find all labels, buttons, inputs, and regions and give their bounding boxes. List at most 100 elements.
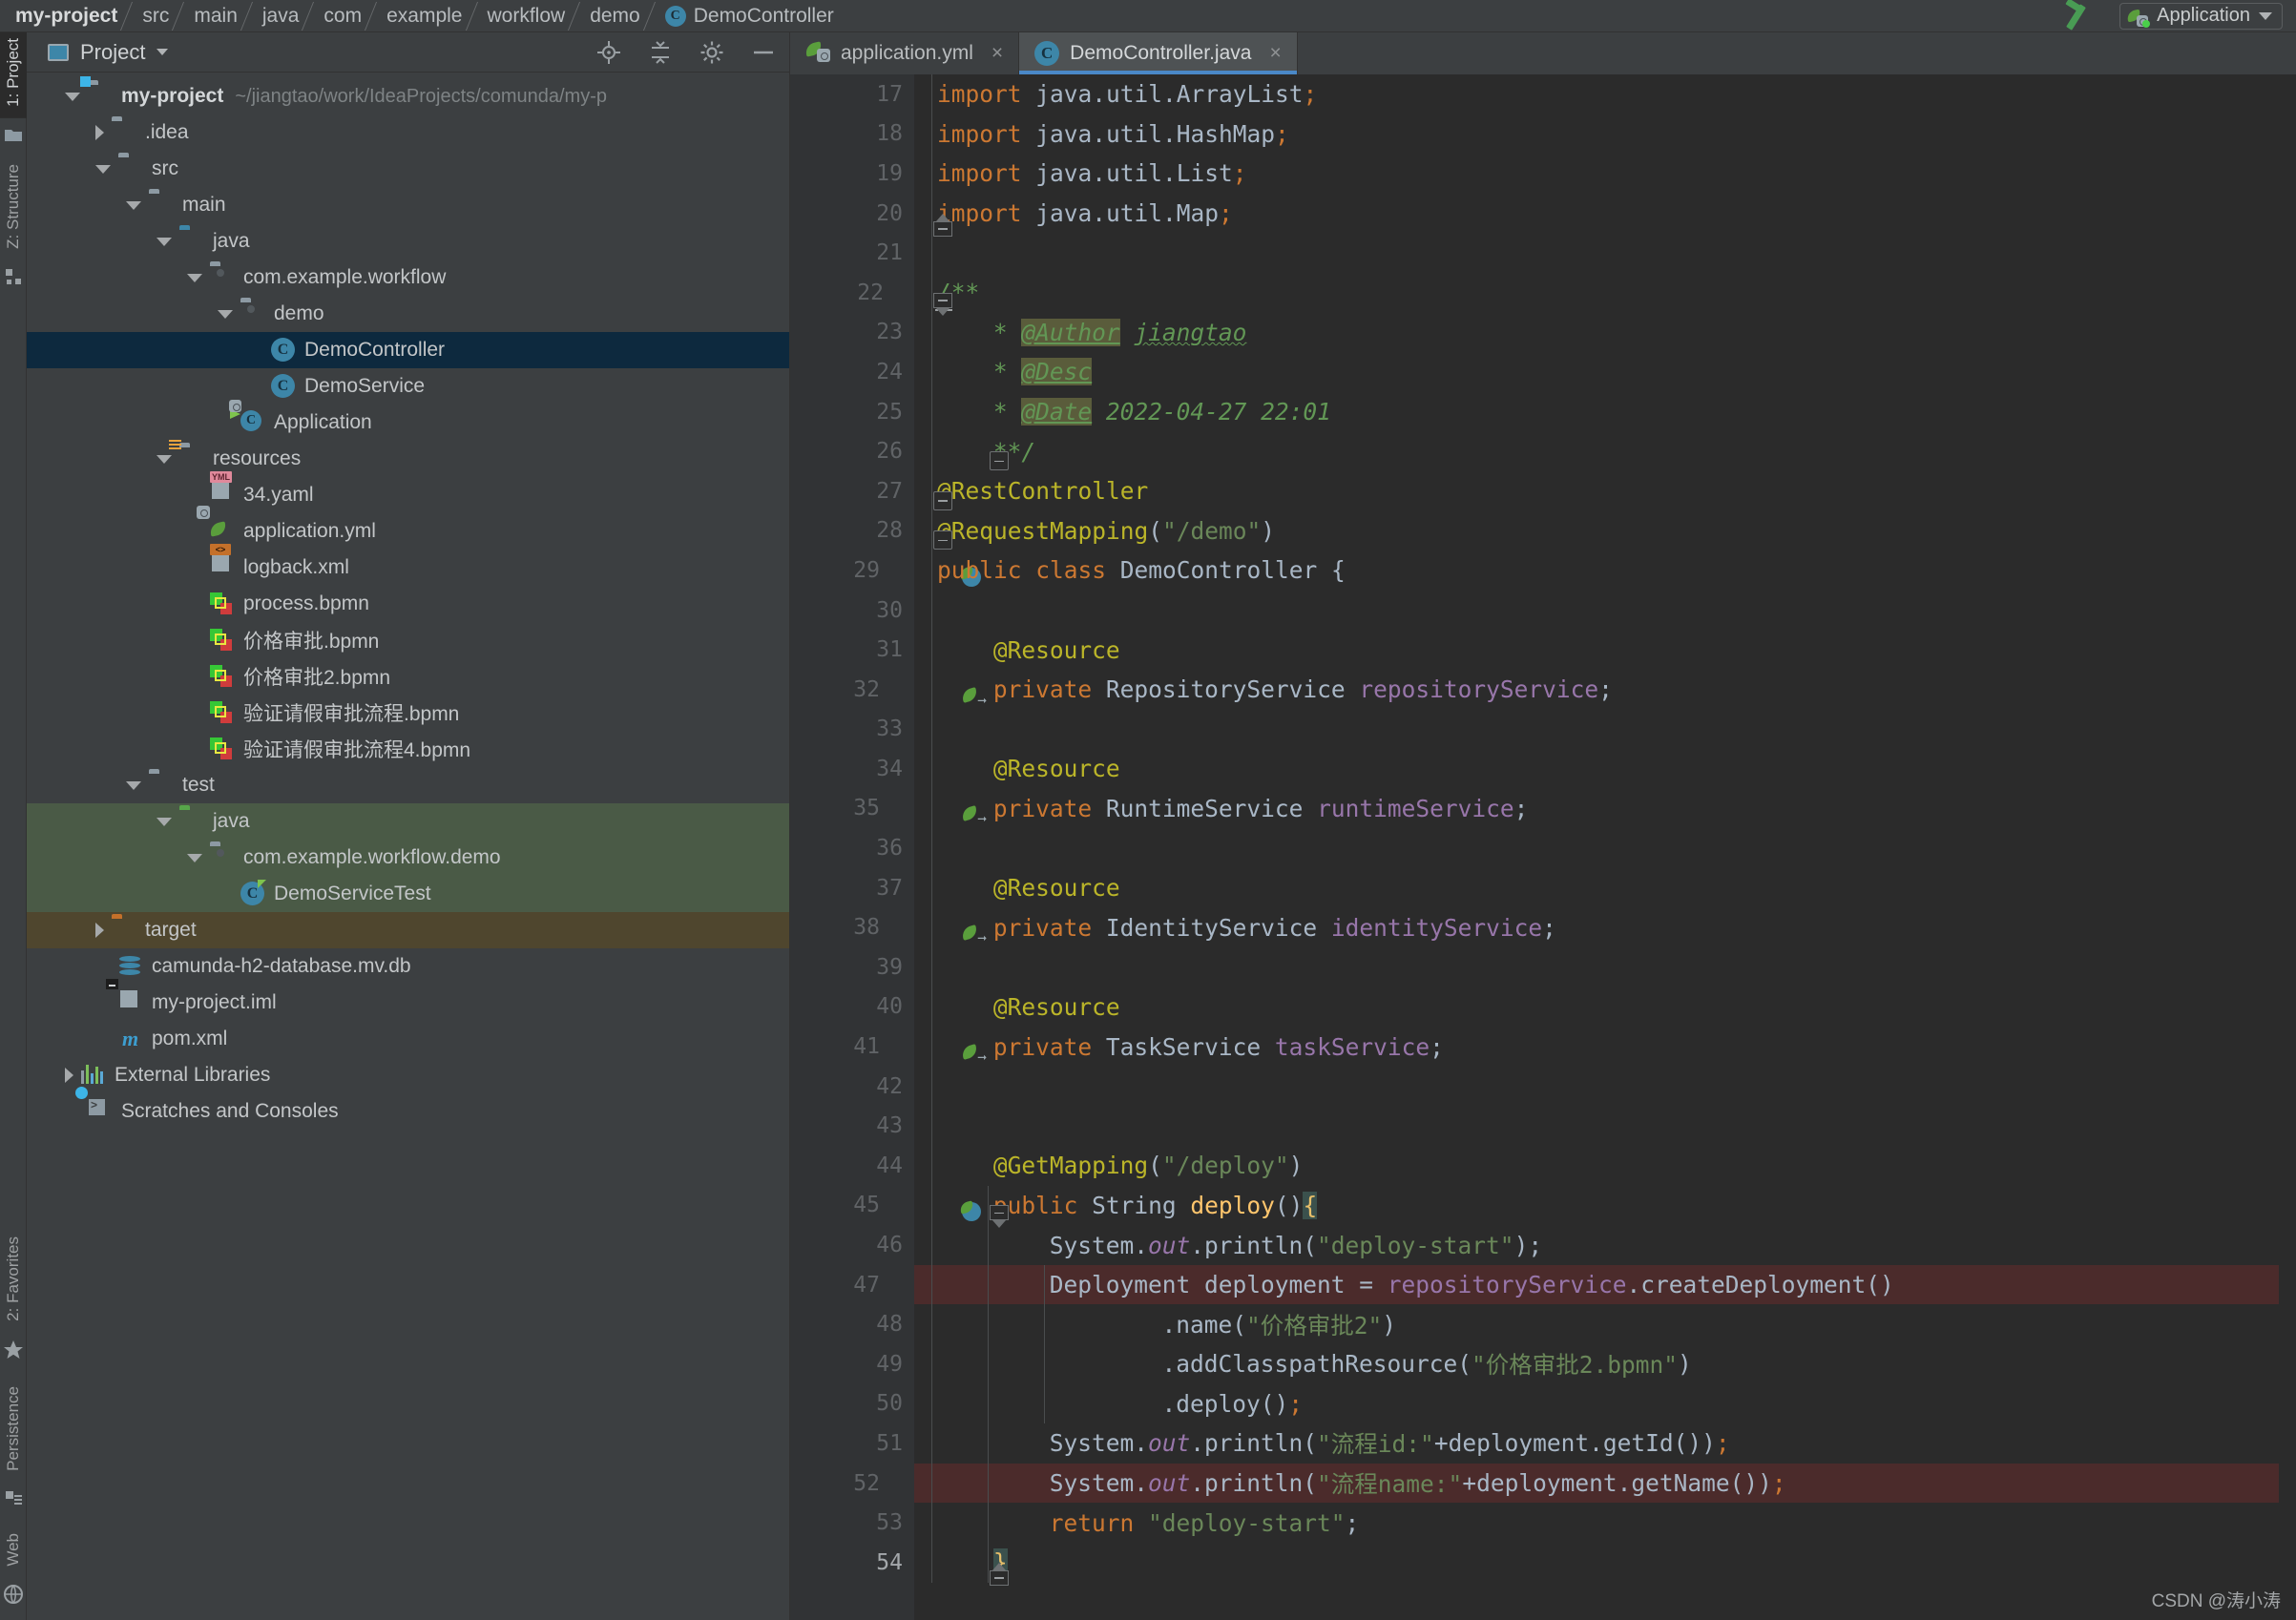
code-line-49[interactable]: .addClasspathResource("价格审批2.bpmn"): [914, 1344, 2296, 1384]
tree-node------bpmn[interactable]: 价格审批.bpmn: [27, 622, 789, 658]
tree-node-src[interactable]: src: [27, 151, 789, 187]
code-line-17[interactable]: import java.util.ArrayList;: [914, 74, 2296, 114]
project-tree[interactable]: my-project~/jiangtao/work/IdeaProjects/c…: [27, 73, 789, 1620]
gutter-line-19[interactable]: 19: [790, 154, 914, 194]
code-line-39[interactable]: [914, 947, 2296, 987]
code-line-27[interactable]: @RestController: [914, 471, 2296, 511]
tree-node-34-yaml[interactable]: YML34.yaml: [27, 477, 789, 513]
tree-node-demoservice[interactable]: CDemoService: [27, 368, 789, 405]
gutter-line-39[interactable]: 39: [790, 947, 914, 987]
code-line-33[interactable]: [914, 710, 2296, 750]
tree-node----------bpmn[interactable]: 验证请假审批流程.bpmn: [27, 695, 789, 731]
fold-region-end-icon[interactable]: [990, 1563, 1009, 1586]
chevron-down-icon[interactable]: [187, 854, 202, 862]
chevron-right-icon[interactable]: [65, 1068, 73, 1083]
fold-region-end-icon[interactable]: [933, 214, 952, 237]
code-line-37[interactable]: @Resource: [914, 868, 2296, 908]
code-content[interactable]: import java.util.ArrayList; import java.u…: [914, 74, 2296, 1620]
tree-node-camunda-h2-database-mv-db[interactable]: camunda-h2-database.mv.db: [27, 948, 789, 985]
fold-region-start-icon[interactable]: [990, 1205, 1009, 1228]
code-line-36[interactable]: [914, 828, 2296, 868]
tree-node-----2-bpmn[interactable]: 价格审批2.bpmn: [27, 658, 789, 695]
close-icon[interactable]: ×: [1269, 42, 1281, 65]
gutter-line-40[interactable]: 40: [790, 987, 914, 1028]
tree-node-target[interactable]: target: [27, 912, 789, 948]
code-line-24[interactable]: * @Desc: [914, 352, 2296, 392]
tree-node-application-yml[interactable]: application.yml: [27, 513, 789, 550]
tree-node-main[interactable]: main: [27, 187, 789, 223]
tree-node-test[interactable]: test: [27, 767, 789, 803]
fold-collapse-icon[interactable]: [990, 451, 1009, 470]
breadcrumb-item-com[interactable]: com: [322, 0, 364, 31]
gutter-line-23[interactable]: 23: [790, 313, 914, 353]
code-line-53[interactable]: return "deploy-start";: [914, 1503, 2296, 1543]
gutter-line-54[interactable]: 54: [790, 1543, 914, 1583]
chevron-right-icon[interactable]: [95, 125, 104, 140]
code-line-43[interactable]: [914, 1106, 2296, 1146]
gutter-line-38[interactable]: 38➞: [790, 907, 914, 947]
fold-region-start-icon[interactable]: [933, 293, 952, 316]
editor-tab-application-yml[interactable]: application.yml×: [790, 32, 1019, 74]
fold-collapse-icon[interactable]: [933, 530, 952, 550]
gutter-line-35[interactable]: 35➞: [790, 789, 914, 829]
code-line-29[interactable]: public class DemoController {: [914, 550, 2296, 591]
gutter-line-28[interactable]: 28: [790, 511, 914, 551]
gutter-line-18[interactable]: 18: [790, 114, 914, 155]
tree-node---------4-bpmn[interactable]: 验证请假审批流程4.bpmn: [27, 731, 789, 767]
code-line-20[interactable]: import java.util.Map;: [914, 194, 2296, 234]
gutter-line-42[interactable]: 42: [790, 1067, 914, 1107]
chevron-down-icon[interactable]: [157, 455, 172, 464]
code-line-40[interactable]: @Resource: [914, 987, 2296, 1028]
tree-node-java[interactable]: java: [27, 223, 789, 260]
code-line-38[interactable]: private IdentityService identityService;: [914, 907, 2296, 947]
gutter-line-24[interactable]: 24: [790, 352, 914, 392]
breadcrumb-item-main[interactable]: main: [192, 0, 240, 31]
breadcrumb-item-workflow[interactable]: workflow: [486, 0, 568, 31]
tree-node-democontroller[interactable]: CDemoController: [27, 332, 789, 368]
gutter-line-30[interactable]: 30: [790, 591, 914, 631]
code-line-21[interactable]: [914, 233, 2296, 273]
code-line-32[interactable]: private RepositoryService repositoryServ…: [914, 670, 2296, 710]
breadcrumb-item-my-project[interactable]: my-project: [13, 0, 119, 31]
chevron-down-icon[interactable]: [65, 93, 80, 101]
code-line-25[interactable]: * @Date 2022-04-27 22:01: [914, 392, 2296, 432]
code-line-34[interactable]: @Resource: [914, 749, 2296, 789]
breadcrumb-item-example[interactable]: example: [385, 0, 464, 31]
tree-node-demo[interactable]: demo: [27, 296, 789, 332]
chevron-down-icon[interactable]: [187, 274, 202, 282]
code-line-50[interactable]: .deploy();: [914, 1384, 2296, 1424]
sidebar-item-web[interactable]: Web: [4, 1527, 23, 1578]
run-configuration-selector[interactable]: Application: [2119, 3, 2283, 30]
code-line-22[interactable]: /**: [914, 273, 2296, 313]
tree-node-external-libraries[interactable]: External Libraries: [27, 1057, 789, 1093]
gutter-line-43[interactable]: 43: [790, 1106, 914, 1146]
tree-node-my-project[interactable]: my-project~/jiangtao/work/IdeaProjects/c…: [27, 78, 789, 114]
gutter-line-34[interactable]: 34: [790, 749, 914, 789]
gutter-line-36[interactable]: 36: [790, 828, 914, 868]
code-line-30[interactable]: [914, 591, 2296, 631]
code-line-26[interactable]: **/: [914, 431, 2296, 471]
gutter-line-52[interactable]: 52: [790, 1464, 914, 1504]
tree-node-my-project-iml[interactable]: my-project.iml: [27, 985, 789, 1021]
chevron-down-icon[interactable]: [126, 781, 141, 790]
locate-file-icon[interactable]: [596, 40, 621, 65]
chevron-down-icon[interactable]: [95, 165, 111, 174]
code-editor[interactable]: 17181920212223242526272829303132➞333435➞…: [790, 74, 2296, 1620]
breadcrumb-item-java[interactable]: java: [261, 0, 302, 31]
editor-gutter[interactable]: 17181920212223242526272829303132➞333435➞…: [790, 74, 914, 1620]
breadcrumb-item-src[interactable]: src: [140, 0, 171, 31]
gutter-line-50[interactable]: 50: [790, 1384, 914, 1424]
tree-node-resources[interactable]: resources: [27, 441, 789, 477]
gutter-line-37[interactable]: 37: [790, 868, 914, 908]
gutter-line-22[interactable]: 22: [790, 273, 914, 313]
gear-icon[interactable]: [699, 40, 724, 65]
tree-node-process-bpmn[interactable]: process.bpmn: [27, 586, 789, 622]
tree-node-pom-xml[interactable]: mpom.xml: [27, 1021, 789, 1057]
gutter-line-33[interactable]: 33: [790, 710, 914, 750]
sidebar-item-persistence[interactable]: Persistence: [4, 1381, 23, 1483]
hide-panel-icon[interactable]: [751, 40, 776, 65]
gutter-line-27[interactable]: 27: [790, 471, 914, 511]
gutter-line-45[interactable]: 45: [790, 1186, 914, 1226]
code-line-45[interactable]: public String deploy(){: [914, 1186, 2296, 1226]
code-line-35[interactable]: private RuntimeService runtimeService;: [914, 789, 2296, 829]
